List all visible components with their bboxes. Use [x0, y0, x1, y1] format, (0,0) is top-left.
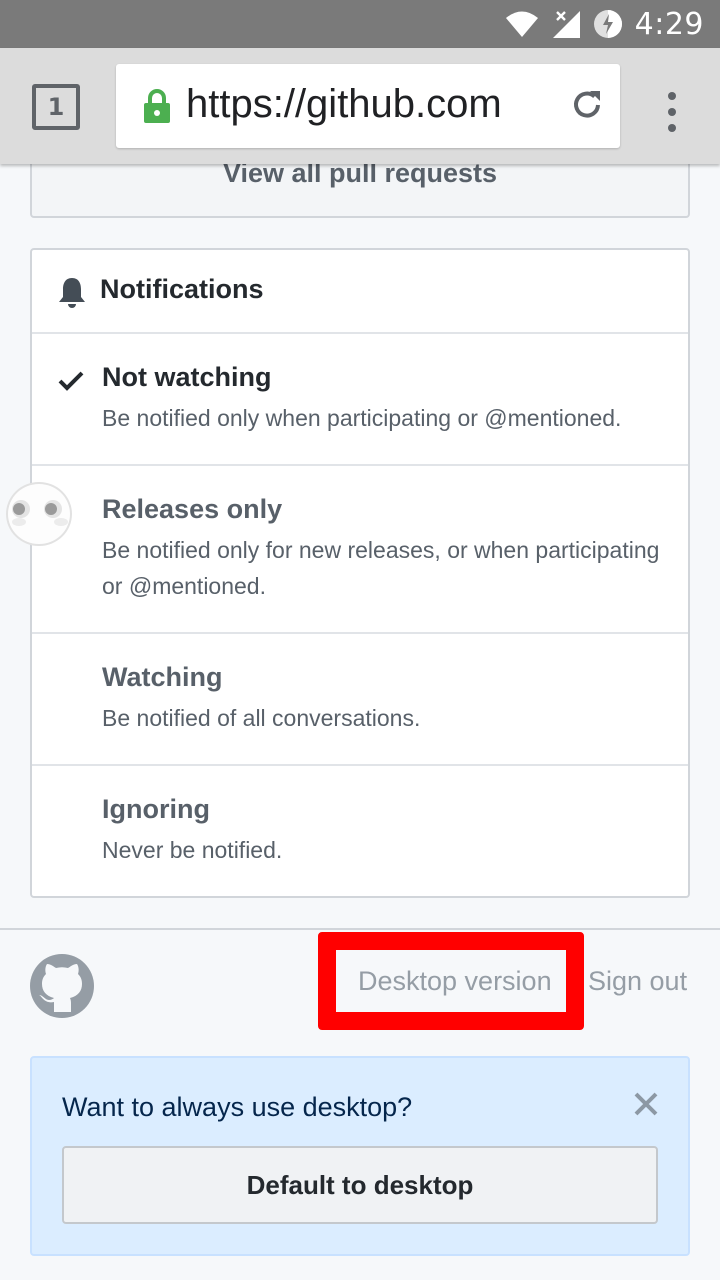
option-title: Releases only [102, 494, 283, 524]
no-signal-icon [552, 11, 580, 38]
battery-charging-icon [593, 10, 622, 38]
status-bar: 4:29 [0, 0, 720, 48]
option-title: Ignoring [102, 794, 210, 824]
check-icon [58, 371, 84, 391]
desktop-prompt-banner: Want to always use desktop? Default to d… [30, 1056, 690, 1256]
github-octocat-icon[interactable] [30, 954, 94, 1018]
tab-switcher-button[interactable]: 1 [32, 84, 80, 130]
lock-icon [144, 89, 170, 123]
option-releases-only[interactable]: Releases only Be notified only for new r… [32, 466, 688, 634]
option-description: Be notified only for new releases, or wh… [102, 537, 660, 599]
option-not-watching[interactable]: Not watching Be notified only when parti… [32, 334, 688, 466]
close-icon[interactable] [630, 1088, 662, 1120]
default-to-desktop-button[interactable]: Default to desktop [62, 1146, 658, 1224]
wifi-icon [505, 11, 538, 37]
option-watching[interactable]: Watching Be notified of all conversation… [32, 634, 688, 766]
annotation-highlight-box [318, 932, 584, 1030]
emoji-eye-right [44, 500, 62, 518]
browser-toolbar: 1 https://github.com [0, 48, 720, 164]
emoji-blush-right [54, 518, 68, 526]
reload-icon[interactable] [570, 88, 604, 122]
footer-divider [0, 928, 720, 930]
emoji-eye-left [12, 500, 30, 518]
notifications-header: Notifications [32, 250, 688, 334]
option-description: Be notified of all conversations. [102, 705, 421, 731]
option-ignoring[interactable]: Ignoring Never be notified. [32, 766, 688, 894]
floating-emoji-bubble[interactable] [6, 482, 72, 546]
url-text: https://github.com [186, 82, 502, 126]
more-vert-icon[interactable] [664, 92, 680, 132]
emoji-blush-left [12, 518, 26, 526]
option-title: Not watching [102, 362, 272, 392]
option-description: Be notified only when participating or @… [102, 405, 622, 431]
bell-icon [59, 278, 85, 308]
sign-out-link[interactable]: Sign out [588, 966, 687, 997]
address-bar[interactable]: https://github.com [116, 64, 620, 148]
option-description: Never be notified. [102, 837, 283, 863]
notifications-panel: Notifications Not watching Be notified o… [30, 248, 690, 898]
notifications-title: Notifications [100, 274, 264, 304]
desktop-prompt-question: Want to always use desktop? [62, 1092, 413, 1122]
clock: 4:29 [634, 6, 704, 42]
option-title: Watching [102, 662, 223, 692]
